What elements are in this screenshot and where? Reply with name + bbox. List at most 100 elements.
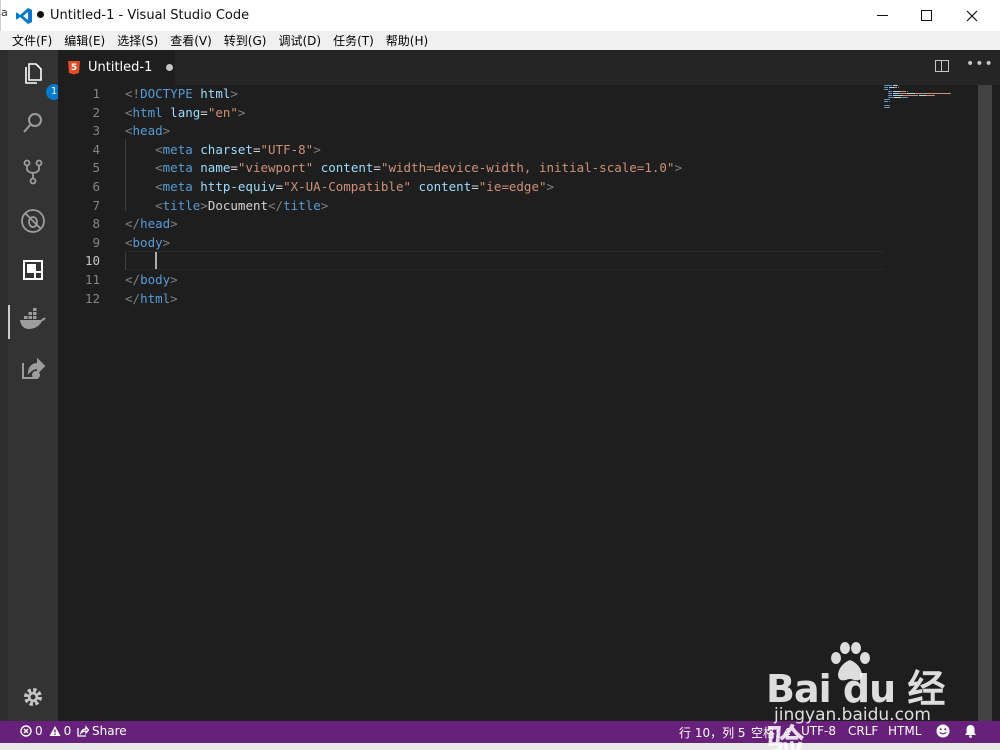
code-line[interactable]: 1 <!DOCTYPE html>: [58, 85, 884, 103]
line-number: 6: [92, 179, 100, 194]
vscode-logo-icon: [16, 8, 32, 24]
menu-file[interactable]: 文件(F): [12, 32, 52, 49]
code-token: =: [373, 160, 381, 176]
code-token: title: [283, 197, 321, 213]
tab-untitled-1[interactable]: 5 Untitled-1: [58, 50, 175, 85]
minimize-icon: [876, 15, 888, 16]
line-text: </head>: [125, 215, 178, 233]
line-number: 2: [92, 104, 100, 120]
minimap-stroke: [902, 95, 919, 96]
line-number: 9: [92, 234, 100, 250]
more-actions-icon[interactable]: •••: [966, 56, 994, 72]
code-token: =: [200, 104, 208, 120]
code-line[interactable]: 4 <meta charset="UTF-8">: [58, 141, 884, 159]
code-token: <: [155, 160, 163, 176]
code-line[interactable]: 2 <html lang="en">: [58, 104, 884, 122]
tab-bar: 5 Untitled-1 •••: [58, 50, 1000, 85]
menu-bar: 文件(F) 编辑(E) 选择(S) 查看(V) 转到(G) 调试(D) 任务(T…: [0, 31, 1000, 50]
menu-tasks[interactable]: 任务(T): [333, 32, 374, 49]
code-token: "en": [207, 104, 238, 120]
menu-view[interactable]: 查看(V): [170, 32, 212, 49]
line-number: 5: [92, 160, 100, 176]
close-button[interactable]: [949, 0, 995, 31]
code-line[interactable]: 9 <body>: [58, 234, 884, 252]
code-line[interactable]: 7 <title>Document</title>: [58, 197, 884, 215]
docker-button[interactable]: [18, 304, 48, 334]
menu-go[interactable]: 转到(G): [224, 32, 267, 49]
window-edge-glyph: a: [1, 6, 8, 19]
line-text: <head>: [125, 122, 170, 140]
code-token: >: [170, 272, 178, 287]
live-share-icon: [22, 357, 46, 379]
code-line[interactable]: 6 <meta http-equiv="X-UA-Compatible" con…: [58, 178, 884, 196]
menu-debug[interactable]: 调试(D): [278, 32, 321, 49]
share-button[interactable]: Share: [77, 724, 127, 738]
search-icon: [23, 113, 42, 133]
menu-selection[interactable]: 选择(S): [117, 32, 158, 49]
code-token: </: [125, 216, 141, 232]
unsaved-dot-icon[interactable]: [166, 64, 174, 71]
minimize-button[interactable]: [859, 0, 905, 31]
unsaved-dot-icon: [37, 11, 44, 18]
code-line[interactable]: 3 <head>: [58, 122, 884, 140]
code-token: html: [132, 104, 163, 120]
debug-button[interactable]: [18, 206, 48, 236]
code-token: =: [230, 160, 238, 176]
code-token: >: [200, 197, 208, 213]
code-line[interactable]: 12 </html>: [58, 290, 884, 308]
code-editor[interactable]: 1 <!DOCTYPE html> 2 <html lang="en"> 3 <head>…: [58, 85, 976, 721]
html5-icon: 5: [68, 60, 80, 75]
watermark-logo: Bai du 经验: [766, 667, 945, 750]
line-text: <html lang="en">: [125, 104, 245, 122]
search-button[interactable]: [18, 108, 48, 138]
line-text: <meta http-equiv="X-UA-Compatible" conte…: [125, 178, 554, 196]
code-token: "UTF-8": [260, 141, 314, 157]
source-control-button[interactable]: [18, 157, 48, 187]
code-line[interactable]: 11 </body>: [58, 271, 884, 289]
live-share-button[interactable]: [18, 353, 48, 383]
code-token: </: [125, 290, 141, 306]
code-line[interactable]: 8 </head>: [58, 215, 884, 233]
cursor-position[interactable]: 行 10，列 5: [679, 724, 746, 741]
code-token: =: [471, 179, 479, 194]
minimap-stroke: [884, 87, 889, 88]
code-token: http-equiv: [200, 179, 276, 194]
active-indicator: [8, 305, 10, 339]
code-token: </: [125, 272, 141, 287]
code-token: </: [268, 197, 284, 213]
line-number: 7: [92, 197, 100, 213]
minimap[interactable]: [884, 85, 964, 145]
minimap-stroke: [889, 105, 891, 106]
tab-label: Untitled-1: [88, 60, 153, 75]
code-token: >: [320, 197, 329, 213]
menu-edit[interactable]: 编辑(E): [64, 32, 105, 49]
maximize-button[interactable]: [903, 0, 949, 31]
minimap-stroke: [893, 97, 902, 98]
code-token: >: [170, 216, 178, 232]
code-line[interactable]: 10: [58, 252, 884, 270]
code-token: content: [320, 160, 374, 176]
minimap-stroke: [885, 85, 893, 86]
code-token: name: [200, 160, 231, 176]
scrollbar-thumb[interactable]: [978, 85, 992, 721]
code-token: <: [125, 123, 133, 139]
line-text: <meta charset="UTF-8">: [125, 141, 321, 159]
minimap-stroke: [896, 85, 898, 86]
window-title: Untitled-1 - Visual Studio Code: [37, 8, 249, 23]
code-token: >: [170, 290, 178, 306]
code-token: >: [313, 141, 321, 157]
explorer-button[interactable]: 1: [18, 58, 62, 100]
window-title-text: Untitled-1 - Visual Studio Code: [50, 8, 250, 23]
line-text: </html>: [125, 290, 178, 308]
minimap-stroke: [888, 89, 890, 90]
settings-button[interactable]: [18, 682, 48, 712]
menu-help[interactable]: 帮助(H): [386, 32, 428, 49]
notifications-button[interactable]: [964, 724, 977, 738]
problems-indicator[interactable]: 0 0: [20, 724, 71, 738]
split-editor-icon[interactable]: [935, 60, 949, 72]
code-line[interactable]: 5 <meta name="viewport" content="width=d…: [58, 159, 884, 177]
extensions-button[interactable]: [18, 255, 48, 285]
